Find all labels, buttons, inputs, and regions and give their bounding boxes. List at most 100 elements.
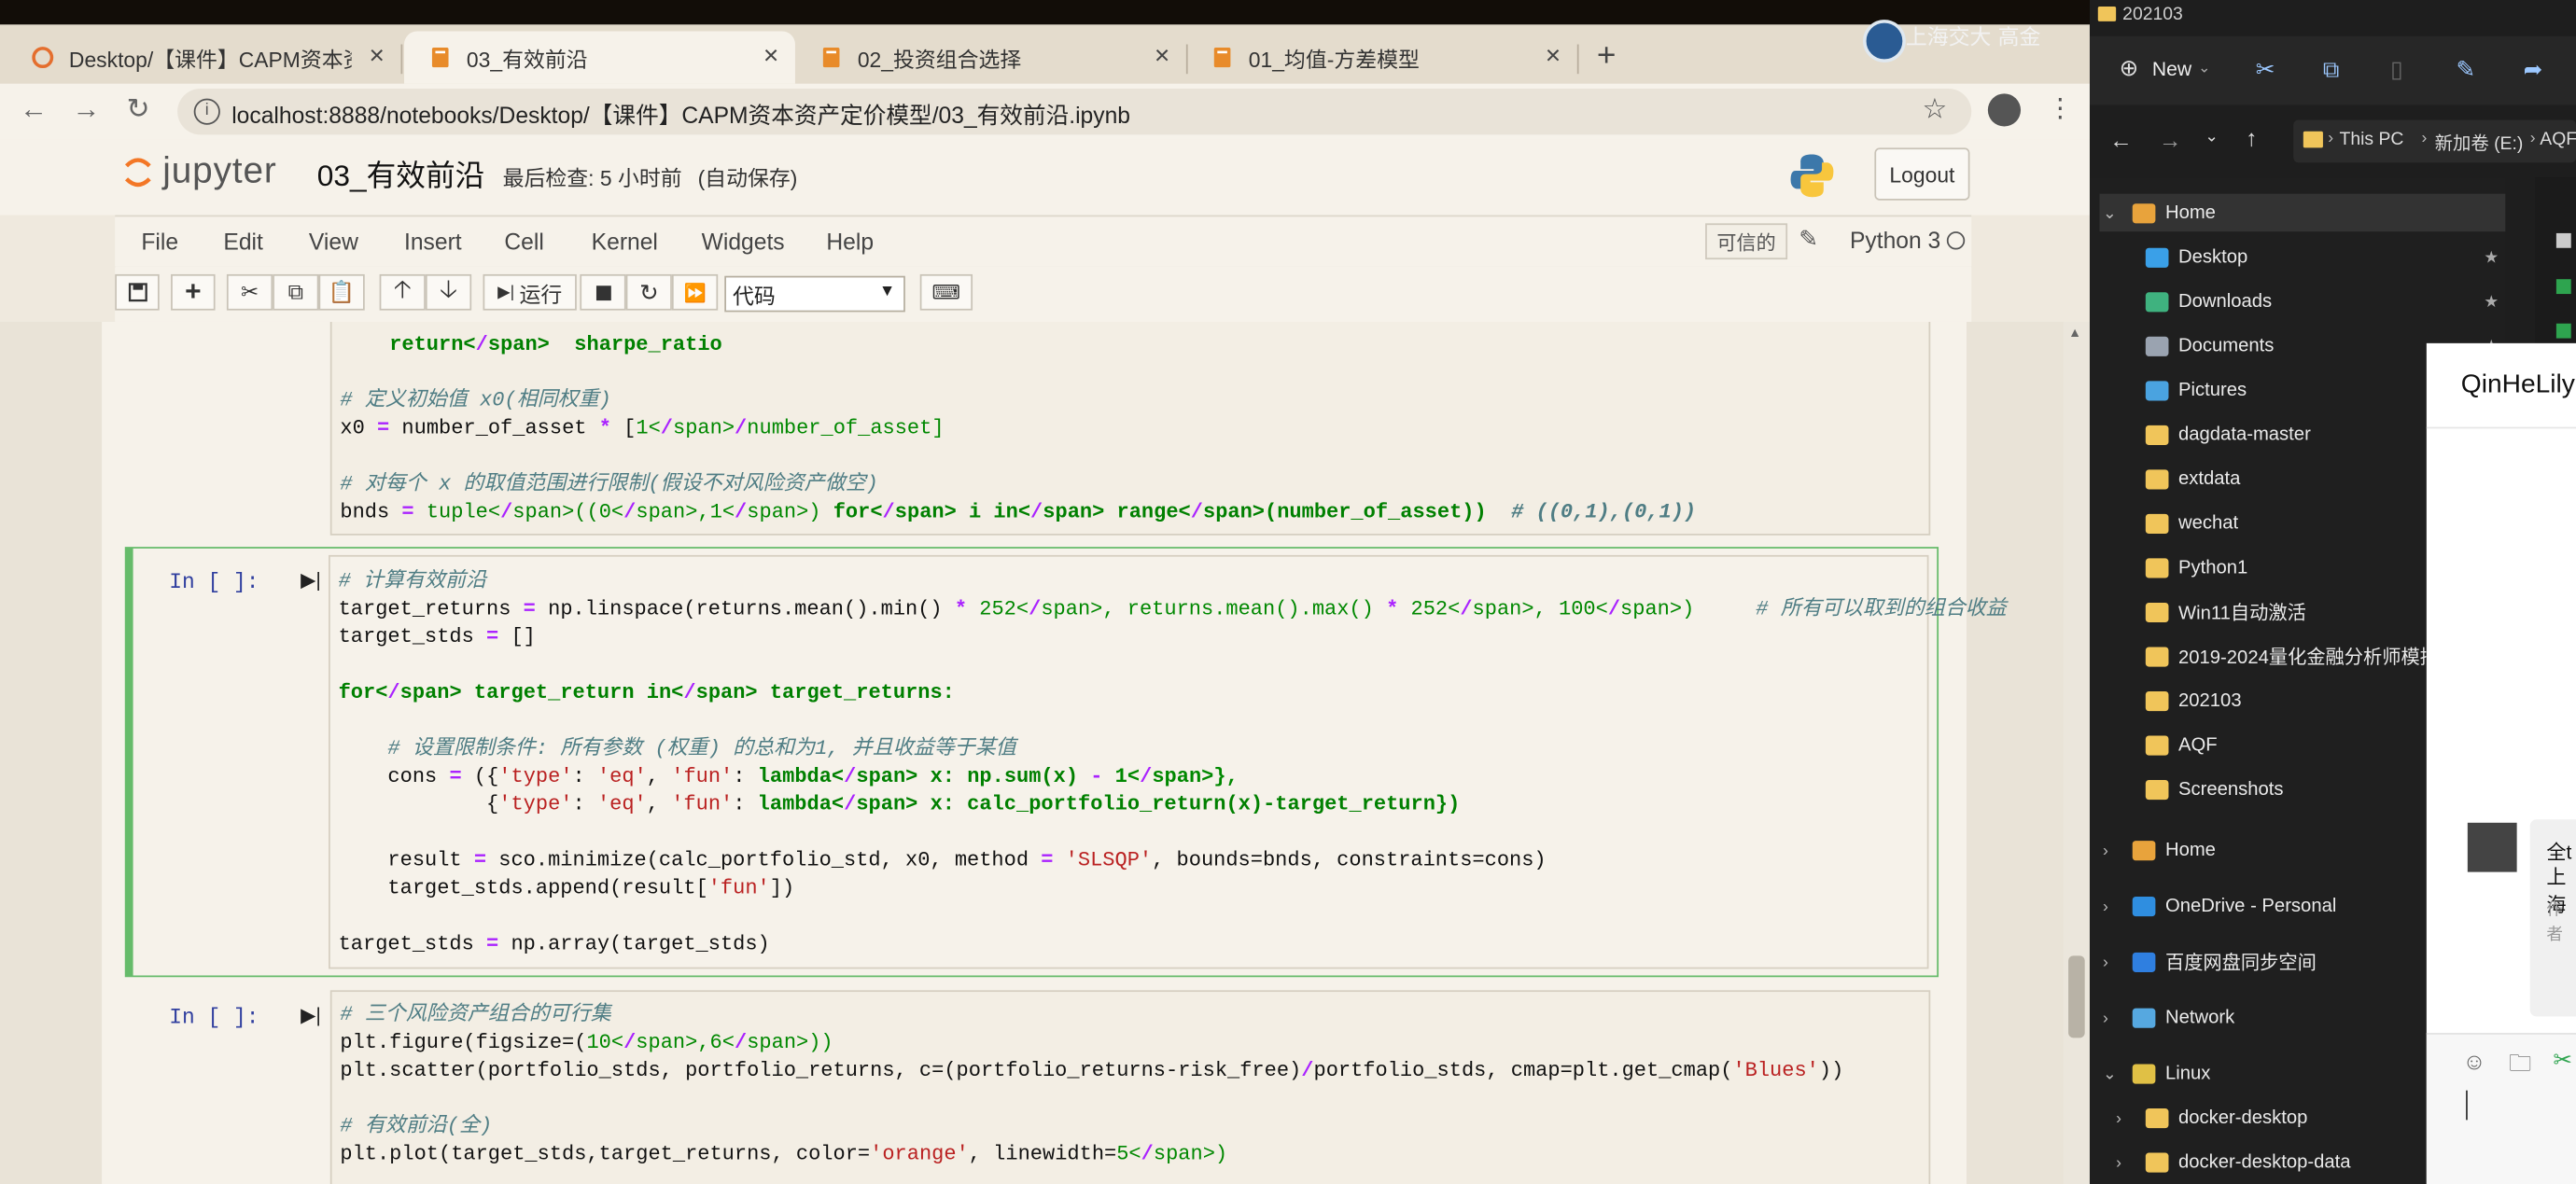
forward-arrow-icon[interactable]: →: [2159, 127, 2182, 153]
menu-insert[interactable]: Insert: [404, 229, 462, 255]
code-line[interactable]: [339, 708, 2007, 736]
code-line[interactable]: [339, 903, 2007, 931]
chevron-right-icon[interactable]: ›: [2103, 898, 2108, 915]
breadcrumb-drive[interactable]: 新加卷 (E:): [2435, 130, 2524, 156]
chevron-right-icon[interactable]: ›: [2103, 1010, 2108, 1027]
code-line[interactable]: result = sco.minimize(calc_portfolio_std…: [339, 847, 2007, 875]
chevron-down-icon[interactable]: ⌄: [2103, 1065, 2117, 1082]
code-line[interactable]: # 定义初始值 x0(相同权重): [340, 387, 1696, 415]
close-tab-icon[interactable]: ×: [369, 43, 384, 73]
code-line[interactable]: [340, 443, 1696, 471]
code-line[interactable]: target_returns = np.linspace(returns.mea…: [339, 596, 2007, 624]
share-icon[interactable]: ➦: [2524, 56, 2543, 84]
code-line[interactable]: # 有效前沿(全): [340, 1113, 1843, 1141]
bookmark-star-icon[interactable]: ☆: [1922, 93, 1947, 126]
code-line[interactable]: plt.figure(figsize=(10</span>,6</span>)): [340, 1030, 1843, 1058]
cut-icon[interactable]: ✂: [2256, 56, 2275, 84]
code-line[interactable]: x0 = number_of_asset * [1</span>/number_…: [340, 415, 1696, 443]
checkbox-icon[interactable]: [2555, 232, 2571, 248]
menu-kernel[interactable]: Kernel: [592, 229, 658, 255]
code-line[interactable]: [340, 1169, 1843, 1184]
code-line[interactable]: target_stds = np.array(target_stds): [339, 931, 2007, 959]
tree-item-desktop[interactable]: Desktop ★: [2090, 236, 2505, 279]
notebook-name[interactable]: 03_有效前沿: [317, 153, 485, 196]
menu-cell[interactable]: Cell: [504, 229, 543, 255]
chevron-right-icon[interactable]: ›: [2103, 842, 2108, 859]
menu-file[interactable]: File: [141, 229, 178, 255]
chat-input-area[interactable]: ☺ 🗀 ✂: [2426, 1033, 2576, 1184]
tree-item-downloads[interactable]: Downloads ★: [2090, 281, 2505, 324]
new-tab-button[interactable]: +: [1597, 37, 1617, 75]
cell-code[interactable]: # 三个风险资产组合的可行集 plt.figure(figsize=(10</sp…: [340, 1002, 1843, 1184]
logout-button[interactable]: Logout: [1874, 147, 1970, 201]
scroll-up-icon[interactable]: ▲: [2068, 325, 2081, 340]
back-arrow-icon[interactable]: ←: [20, 93, 48, 126]
contact-avatar[interactable]: [2467, 822, 2517, 872]
profile-avatar-icon[interactable]: [1987, 93, 2022, 127]
code-line[interactable]: return</span> sharpe_ratio: [340, 332, 1696, 360]
code-line[interactable]: [339, 652, 2007, 680]
code-line[interactable]: plt.plot(target_stds,target_returns, col…: [340, 1141, 1843, 1169]
code-line[interactable]: [339, 819, 2007, 847]
close-tab-icon[interactable]: ×: [1155, 43, 1169, 73]
kernel-name[interactable]: Python 3: [1850, 227, 1940, 253]
chevron-right-icon[interactable]: ›: [2103, 954, 2108, 971]
tree-item-home[interactable]: ⌄ Home: [2090, 192, 2505, 235]
move-up-button[interactable]: 🡡: [379, 273, 426, 311]
interrupt-button[interactable]: [580, 273, 626, 311]
address-bar[interactable]: i localhost:8888/notebooks/Desktop/【课件】C…: [177, 89, 1972, 135]
folder-icon[interactable]: 🗀: [2509, 1046, 2532, 1085]
forward-arrow-icon[interactable]: →: [72, 93, 100, 126]
chevron-down-icon[interactable]: ⌄: [2198, 59, 2210, 77]
menu-widgets[interactable]: Widgets: [702, 229, 785, 255]
jupyter-logo-icon[interactable]: [123, 154, 153, 190]
run-cell-icon[interactable]: ▶|: [301, 568, 321, 592]
run-cell-icon[interactable]: ▶|: [301, 1003, 321, 1026]
pin-icon[interactable]: ★: [2484, 249, 2499, 267]
trusted-badge[interactable]: 可信的: [1705, 223, 1788, 260]
menu-view[interactable]: View: [309, 229, 358, 255]
code-line[interactable]: [340, 1085, 1843, 1113]
breadcrumb-this-pc[interactable]: This PC: [2340, 130, 2404, 149]
code-line[interactable]: # 对每个 x 的取值范围进行限制(假设不对风险资产做空): [340, 471, 1696, 499]
copy-button[interactable]: ⧉: [273, 273, 319, 311]
paste-button[interactable]: 📋: [318, 273, 365, 311]
back-arrow-icon[interactable]: ←: [2109, 127, 2133, 153]
scrollbar-thumb[interactable]: [2068, 955, 2085, 1038]
close-tab-icon[interactable]: ×: [1546, 43, 1561, 73]
tab-02-portfolio[interactable]: 02_投资组合选择 ×: [795, 31, 1188, 83]
chevron-down-icon[interactable]: ⌄: [2103, 204, 2117, 222]
code-line[interactable]: plt.scatter(portfolio_stds, portfolio_re…: [340, 1057, 1843, 1085]
code-line[interactable]: target_stds.append(result['fun']): [339, 875, 2007, 903]
pin-icon[interactable]: ★: [2484, 293, 2499, 311]
jupyter-logo-text[interactable]: jupyter: [162, 149, 276, 192]
close-tab-icon[interactable]: ×: [763, 43, 778, 73]
scissors-icon[interactable]: ✂: [2553, 1046, 2572, 1074]
paste-icon[interactable]: ▯: [2390, 56, 2403, 84]
menu-help[interactable]: Help: [826, 229, 874, 255]
code-line[interactable]: # 设置限制条件: 所有参数 (权重) 的总和为1, 并且收益等于某值: [339, 736, 2007, 764]
cell-code[interactable]: return</span> sharpe_ratio # 定义初始值 x0(相同…: [340, 332, 1696, 527]
chevron-right-icon[interactable]: ›: [2116, 1153, 2121, 1171]
cut-button[interactable]: ✂: [226, 273, 273, 311]
move-down-button[interactable]: 🡣: [425, 273, 472, 311]
up-arrow-icon[interactable]: ↑: [2246, 125, 2257, 151]
code-cell-selected[interactable]: In [ ]: ▶| # 计算有效前沿 target_returns = np.l…: [124, 547, 2007, 978]
code-line[interactable]: cons = ({'type': 'eq', 'fun': lambda</sp…: [339, 763, 2007, 791]
rename-icon[interactable]: ✎: [2457, 56, 2476, 84]
restart-run-all-button[interactable]: ⏩: [671, 273, 719, 311]
run-button[interactable]: ▶| 运行: [483, 273, 577, 311]
command-palette-button[interactable]: ⌨: [919, 273, 973, 311]
code-cell-next[interactable]: In [ ]: ▶| # 三个风险资产组合的可行集 plt.figure(figs…: [127, 985, 1939, 1184]
copy-icon[interactable]: ⧉: [2323, 56, 2340, 84]
code-line[interactable]: bnds = tuple</span>((0</span>,1</span>) …: [340, 499, 1696, 527]
emoji-icon[interactable]: ☺: [2463, 1048, 2486, 1074]
cell-type-select[interactable]: 代码 ▼: [724, 275, 905, 313]
insert-cell-button[interactable]: +: [171, 273, 216, 311]
code-cell-previous[interactable]: return</span> sharpe_ratio # 定义初始值 x0(相同…: [127, 321, 1939, 536]
code-line[interactable]: # 计算有效前沿: [339, 568, 2007, 596]
site-info-icon[interactable]: i: [193, 98, 220, 125]
new-button-label[interactable]: New: [2152, 58, 2191, 81]
menu-edit[interactable]: Edit: [223, 229, 262, 255]
browser-menu-icon[interactable]: ⋮: [2047, 92, 2073, 125]
